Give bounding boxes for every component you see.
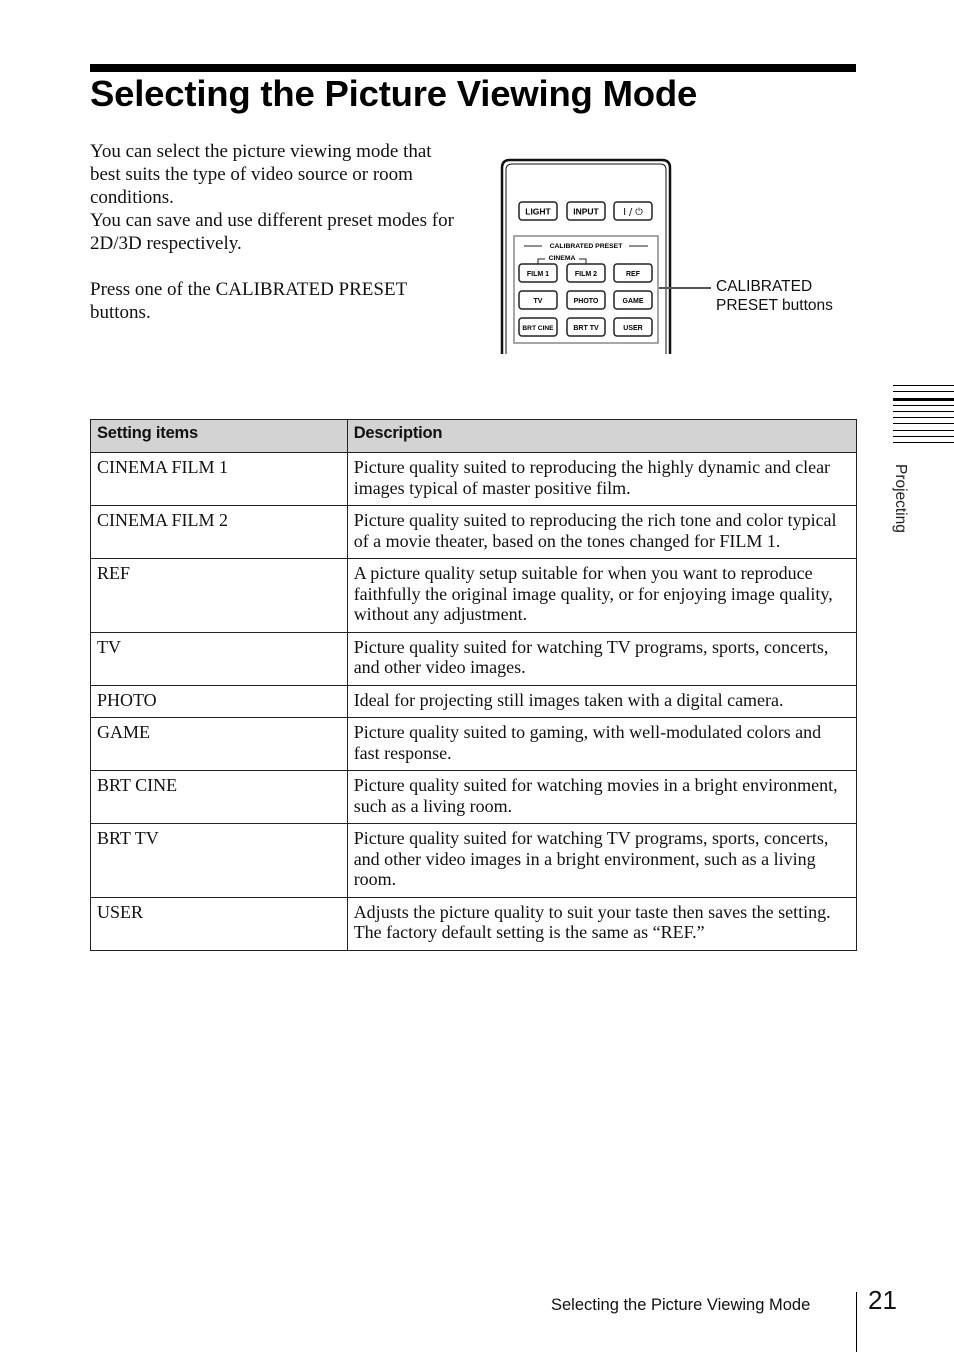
cinema-label: CINEMA xyxy=(549,255,576,262)
chapter-tab-label: Projecting xyxy=(892,464,909,533)
picture-mode-table: Setting items Description CINEMA FILM 1 … xyxy=(90,419,858,951)
setting-item: TV xyxy=(90,631,348,686)
setting-item: CINEMA FILM 2 xyxy=(90,505,348,559)
setting-item: GAME xyxy=(90,717,348,771)
callout-label: CALIBRATED PRESET buttons xyxy=(716,277,833,315)
table-row: BRT CINE Picture quality suited for watc… xyxy=(90,770,858,824)
table-row: PHOTO Ideal for projecting still images … xyxy=(90,684,858,718)
table-row: TV Picture quality suited for watching T… xyxy=(90,631,858,686)
svg-text:FILM 1: FILM 1 xyxy=(527,271,549,278)
callout-leader-line xyxy=(659,287,711,289)
table-row: USER Adjusts the picture quality to suit… xyxy=(90,896,858,951)
setting-description: Picture quality suited for watching TV p… xyxy=(346,631,858,686)
intro-text: You can select the picture viewing mode … xyxy=(90,140,460,324)
callout-label-line-1: CALIBRATED xyxy=(716,278,813,295)
svg-text:PHOTO: PHOTO xyxy=(574,298,599,305)
input-button-label: INPUT xyxy=(573,207,599,217)
film1-button: FILM 1 xyxy=(518,263,558,283)
table-header-row: Setting items Description xyxy=(90,419,858,453)
game-button: GAME xyxy=(613,290,653,310)
svg-text:BRT TV: BRT TV xyxy=(573,325,599,332)
setting-item: USER xyxy=(90,896,348,951)
table-row: CINEMA FILM 2 Picture quality suited to … xyxy=(90,505,858,559)
running-footer-title: Selecting the Picture Viewing Mode xyxy=(551,1296,811,1314)
table-row: CINEMA FILM 1 Picture quality suited to … xyxy=(90,452,858,506)
setting-description: Picture quality suited to gaming, with w… xyxy=(346,717,858,771)
brt-cine-button: BRT CINE xyxy=(518,317,558,337)
svg-text:TV: TV xyxy=(534,298,543,305)
setting-item: BRT CINE xyxy=(90,770,348,824)
svg-text:GAME: GAME xyxy=(623,298,644,305)
setting-description: Ideal for projecting still images taken … xyxy=(346,684,858,718)
brt-tv-button: BRT TV xyxy=(566,317,606,337)
instruction-text: Press one of the CALIBRATED PRESET butto… xyxy=(90,279,407,323)
title-rule xyxy=(90,64,856,72)
film2-button: FILM 2 xyxy=(566,263,606,283)
setting-item: CINEMA FILM 1 xyxy=(90,452,348,506)
page-number: 21 xyxy=(868,1285,897,1315)
svg-text:REF: REF xyxy=(626,271,641,278)
chapter-tab: Projecting xyxy=(890,464,910,554)
table-row: BRT TV Picture quality suited for watchi… xyxy=(90,823,858,898)
setting-description: Adjusts the picture quality to suit your… xyxy=(346,896,858,951)
light-button: LIGHT xyxy=(518,201,558,221)
user-button: USER xyxy=(613,317,653,337)
footer-divider xyxy=(856,1292,857,1352)
setting-description: Picture quality suited to reproducing th… xyxy=(346,452,858,506)
chapter-tab-lines xyxy=(893,385,954,449)
setting-description: A picture quality setup suitable for whe… xyxy=(346,558,858,633)
calibrated-preset-label: CALIBRATED PRESET xyxy=(550,243,624,250)
light-button-label: LIGHT xyxy=(525,207,551,217)
photo-button: PHOTO xyxy=(566,290,606,310)
svg-text:BRT CINE: BRT CINE xyxy=(522,325,554,332)
svg-text:USER: USER xyxy=(623,325,642,332)
header-setting-items: Setting items xyxy=(90,419,348,453)
header-description: Description xyxy=(346,419,858,453)
page-title: Selecting the Picture Viewing Mode xyxy=(90,73,698,114)
ref-button: REF xyxy=(613,263,653,283)
tv-button: TV xyxy=(518,290,558,310)
setting-description: Picture quality suited for watching movi… xyxy=(346,770,858,824)
setting-item: REF xyxy=(90,558,348,633)
table-row: REF A picture quality setup suitable for… xyxy=(90,558,858,633)
setting-description: Picture quality suited for watching TV p… xyxy=(346,823,858,898)
callout-label-line-2: PRESET buttons xyxy=(716,297,833,314)
setting-item: BRT TV xyxy=(90,823,348,898)
svg-text:FILM 2: FILM 2 xyxy=(575,271,597,278)
power-icon: I / ⏻ xyxy=(623,207,643,218)
input-button: INPUT xyxy=(566,201,606,221)
intro-paragraph-1: You can select the picture viewing mode … xyxy=(90,141,432,208)
intro-paragraph-2: You can save and use different preset mo… xyxy=(90,210,454,254)
remote-control-illustration: LIGHT INPUT I / ⏻ CALIBRATED PRESET CINE… xyxy=(500,158,672,354)
power-button: I / ⏻ xyxy=(613,201,653,221)
setting-item: PHOTO xyxy=(90,684,348,718)
table-row: GAME Picture quality suited to gaming, w… xyxy=(90,717,858,771)
setting-description: Picture quality suited to reproducing th… xyxy=(346,505,858,559)
